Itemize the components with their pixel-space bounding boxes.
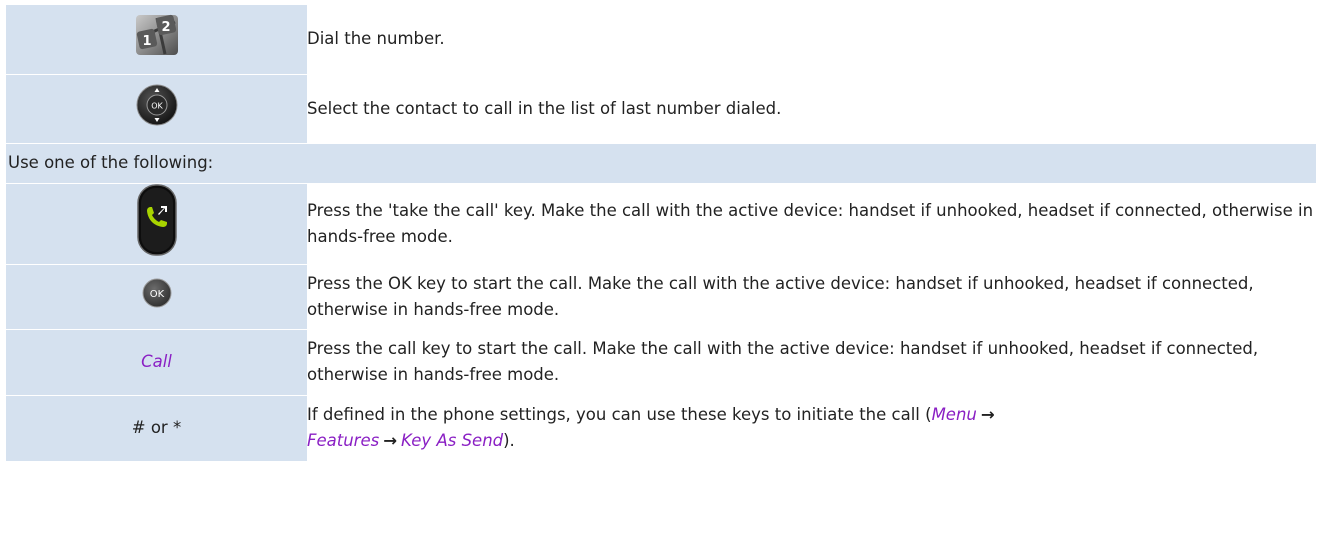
description-text: If defined in the phone settings, you ca… bbox=[307, 405, 932, 424]
steps-table: 1 2 Dial the number. OK Select the conta… bbox=[6, 5, 1316, 462]
ok-key-icon: OK bbox=[142, 278, 172, 316]
ok-key-label: OK bbox=[149, 289, 164, 300]
arrow-right-icon: → bbox=[383, 431, 398, 450]
icon-cell: 1 2 bbox=[6, 5, 307, 75]
key-as-send-link: Key As Send bbox=[401, 431, 504, 450]
description: Press the OK key to start the call. Make… bbox=[307, 264, 1316, 330]
menu-link: Menu bbox=[931, 405, 977, 424]
keypad-icon: 1 2 bbox=[135, 14, 179, 64]
table-row: # or * If defined in the phone settings,… bbox=[6, 395, 1316, 462]
table-row: OK Select the contact to call in the lis… bbox=[6, 74, 1316, 144]
section-header: Use one of the following: bbox=[6, 143, 1316, 184]
arrow-right-icon: → bbox=[980, 405, 995, 424]
navigator-ok-icon: OK bbox=[136, 84, 178, 134]
features-link: Features bbox=[307, 431, 380, 450]
description-text: ). bbox=[503, 431, 515, 450]
icon-cell: Call bbox=[6, 329, 307, 396]
icon-cell: OK bbox=[6, 264, 307, 330]
table-row: OK Press the OK key to start the call. M… bbox=[6, 264, 1316, 330]
svg-text:1: 1 bbox=[142, 34, 151, 49]
table-row: 1 2 Dial the number. bbox=[6, 5, 1316, 75]
description: Press the 'take the call' key. Make the … bbox=[307, 183, 1316, 265]
icon-cell bbox=[6, 183, 307, 265]
table-row: Use one of the following: bbox=[6, 143, 1316, 184]
table-row: Call Press the call key to start the cal… bbox=[6, 329, 1316, 396]
take-call-key-icon bbox=[136, 183, 177, 264]
table-row: Press the 'take the call' key. Make the … bbox=[6, 183, 1316, 265]
svg-text:OK: OK bbox=[151, 101, 163, 110]
svg-text:2: 2 bbox=[161, 20, 170, 35]
icon-cell: OK bbox=[6, 74, 307, 144]
description: Dial the number. bbox=[307, 5, 1316, 75]
call-softkey-label: Call bbox=[141, 352, 172, 371]
description: Press the call key to start the call. Ma… bbox=[307, 329, 1316, 396]
hash-star-keys-label: # or * bbox=[131, 418, 182, 437]
icon-cell: # or * bbox=[6, 395, 307, 462]
description: If defined in the phone settings, you ca… bbox=[307, 395, 1316, 462]
description: Select the contact to call in the list o… bbox=[307, 74, 1316, 144]
